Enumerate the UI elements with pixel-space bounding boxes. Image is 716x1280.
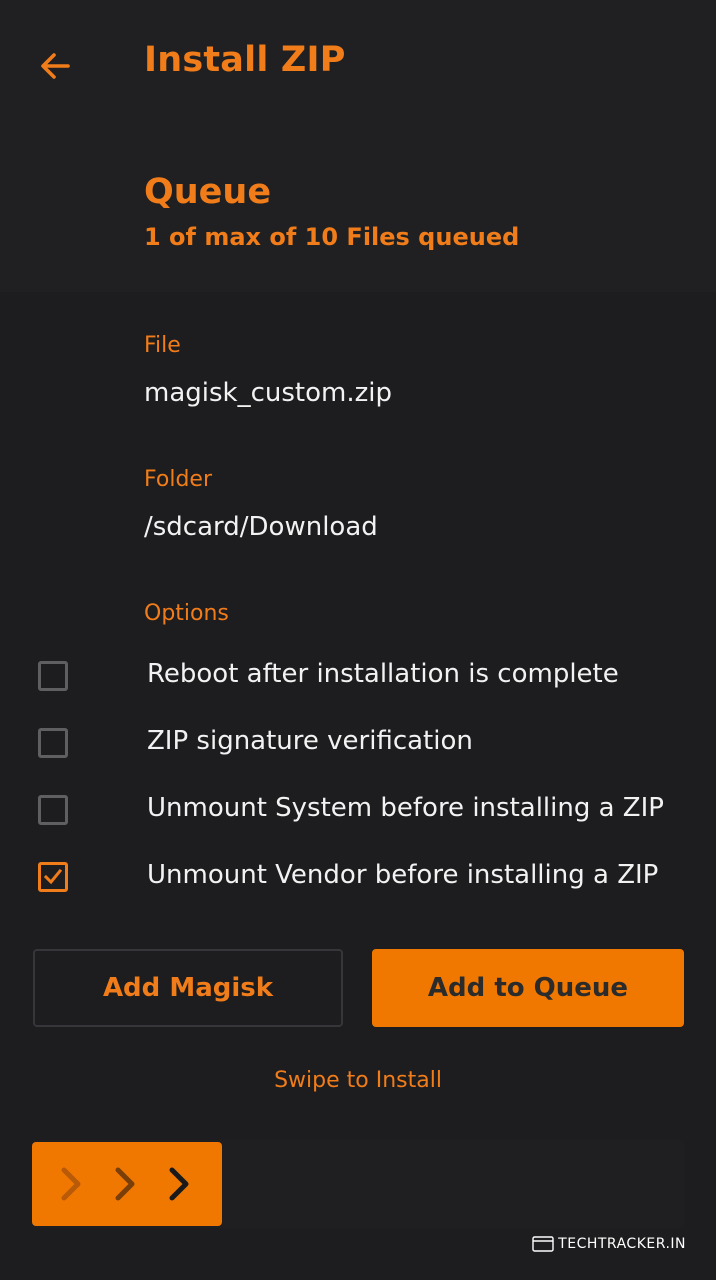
swipe-slider-handle[interactable] xyxy=(32,1142,222,1226)
back-button[interactable] xyxy=(36,46,76,86)
option-reboot[interactable]: Reboot after installation is complete xyxy=(0,651,716,707)
queue-title: Queue xyxy=(144,172,272,212)
checkbox-checked[interactable] xyxy=(38,862,68,892)
folder-label: Folder xyxy=(144,467,212,492)
add-magisk-button[interactable]: Add Magisk xyxy=(33,949,343,1027)
watermark-text: TECHTRACKER.IN xyxy=(558,1236,686,1252)
checkmark-icon xyxy=(43,868,63,885)
triple-chevron-right-icon xyxy=(61,1167,189,1201)
option-label: Unmount System before installing a ZIP xyxy=(147,793,664,823)
queue-subtitle: 1 of max of 10 Files queued xyxy=(144,223,520,251)
folder-value: /sdcard/Download xyxy=(144,512,378,542)
option-label: Unmount Vendor before installing a ZIP xyxy=(147,860,659,890)
page-title: Install ZIP xyxy=(144,40,346,80)
add-to-queue-button[interactable]: Add to Queue xyxy=(372,949,684,1027)
checkbox[interactable] xyxy=(38,661,68,691)
app-header: Install ZIP Queue 1 of max of 10 Files q… xyxy=(0,0,716,292)
swipe-to-install-label: Swipe to Install xyxy=(274,1068,442,1093)
browser-icon xyxy=(532,1236,554,1252)
watermark: TECHTRACKER.IN xyxy=(532,1236,686,1252)
option-zip-signature[interactable]: ZIP signature verification xyxy=(0,718,716,774)
file-label: File xyxy=(144,333,181,358)
option-label: Reboot after installation is complete xyxy=(147,659,619,689)
options-label: Options xyxy=(144,601,229,626)
file-value: magisk_custom.zip xyxy=(144,378,392,408)
checkbox[interactable] xyxy=(38,795,68,825)
option-unmount-system[interactable]: Unmount System before installing a ZIP xyxy=(0,785,716,841)
arrow-left-icon xyxy=(41,53,70,79)
option-label: ZIP signature verification xyxy=(147,726,473,756)
checkbox[interactable] xyxy=(38,728,68,758)
option-unmount-vendor[interactable]: Unmount Vendor before installing a ZIP xyxy=(0,852,716,908)
